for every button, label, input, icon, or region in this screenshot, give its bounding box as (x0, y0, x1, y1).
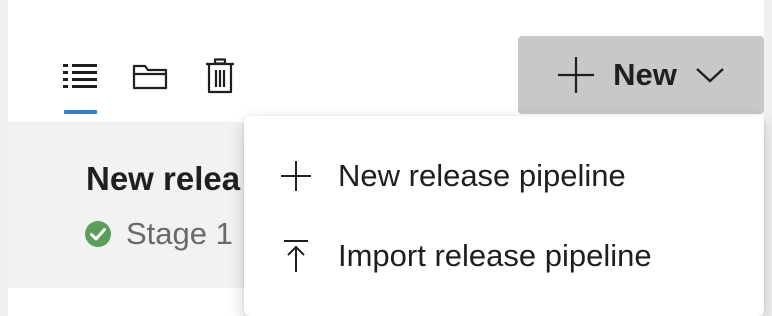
menu-item-label: New release pipeline (338, 158, 626, 193)
import-icon (270, 238, 322, 274)
right-border (764, 0, 772, 316)
success-check-icon (85, 221, 111, 247)
menu-item-new-release-pipeline[interactable]: New release pipeline (244, 140, 764, 212)
trash-icon (206, 58, 234, 94)
tab-list[interactable] (60, 58, 100, 114)
pipeline-title[interactable]: New relea (86, 160, 240, 198)
tab-folder[interactable] (130, 58, 170, 94)
plus-icon (558, 57, 595, 93)
left-border (0, 0, 8, 316)
list-icon (63, 64, 97, 88)
folder-icon (132, 64, 168, 90)
new-button[interactable]: New (518, 36, 764, 114)
stage-status[interactable]: Stage 1 (84, 216, 233, 252)
stage-label: Stage 1 (126, 216, 233, 251)
chevron-down-icon (696, 68, 724, 83)
plus-icon (270, 159, 322, 193)
tab-trash[interactable] (200, 58, 240, 94)
new-button-label: New (613, 57, 677, 92)
new-dropdown-menu: New release pipeline Import release pipe… (244, 116, 764, 316)
menu-item-import-release-pipeline[interactable]: Import release pipeline (244, 220, 764, 292)
menu-item-label: Import release pipeline (338, 238, 652, 273)
